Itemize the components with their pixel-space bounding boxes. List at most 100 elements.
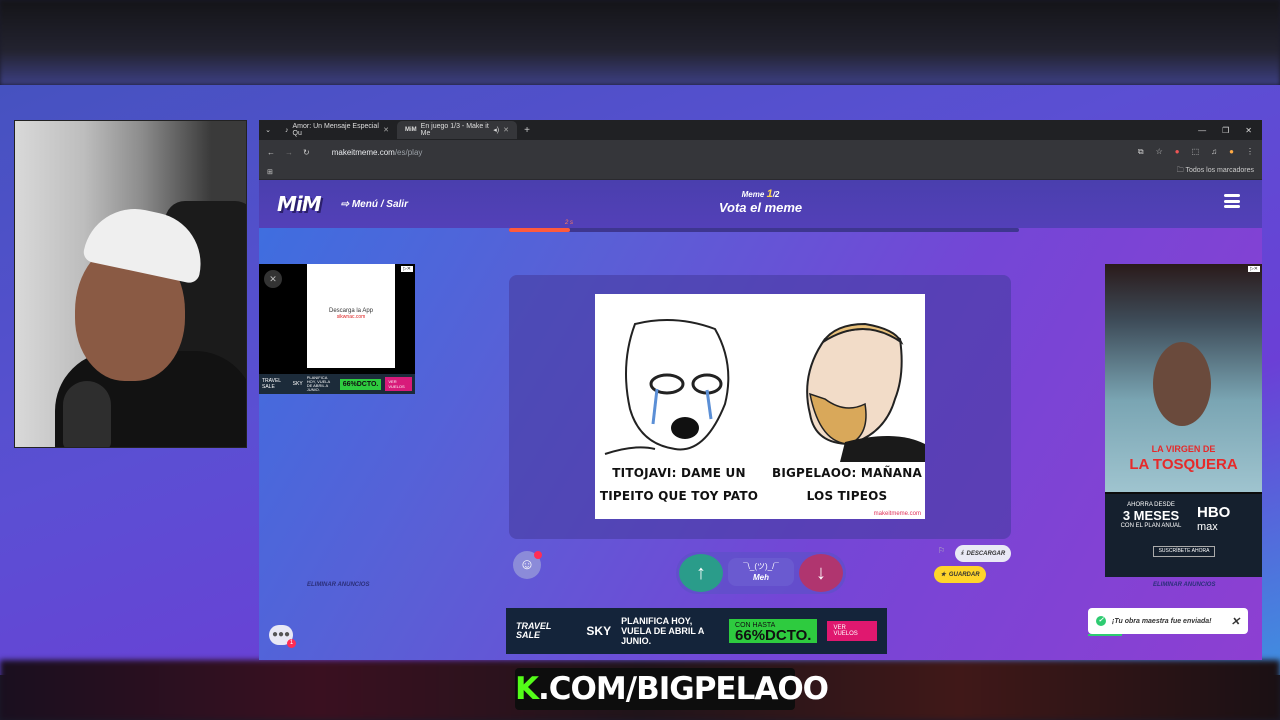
ad-title-line2: LA TOSQUERA xyxy=(1129,456,1238,473)
ad-cta[interactable]: VER VUELOS xyxy=(827,621,877,641)
downvote-button[interactable]: ↓ xyxy=(799,554,843,592)
window-controls: — ❐ ✕ xyxy=(1198,126,1262,135)
star-save-icon: ★ xyxy=(940,572,946,578)
report-flag-icon[interactable]: ⚐ xyxy=(938,546,945,555)
close-tab-icon[interactable]: ✕ xyxy=(383,126,389,134)
hbo-max-logo: HBO max xyxy=(1197,505,1230,534)
star-icon[interactable]: ☆ xyxy=(1156,147,1163,157)
notification-dot xyxy=(534,551,542,559)
ad-cta[interactable]: VER VUELOS xyxy=(385,377,413,391)
ad-travel-brand: TRAVEL SALE xyxy=(262,378,281,390)
ad-plan-text: PLANIFICA HOY, VUELA DE ABRIL A JUNIO. xyxy=(621,616,705,646)
webcam-feed xyxy=(14,120,247,448)
left-ad[interactable]: ✕ Descarga la App sikwnac.com TRAVEL SAL… xyxy=(259,264,415,394)
minimize-icon[interactable]: — xyxy=(1198,126,1206,135)
meh-label: Meh xyxy=(753,573,769,582)
timer-label: 2 s xyxy=(565,220,574,226)
new-tab-button[interactable]: + xyxy=(517,125,537,136)
ad-deal-big: 66%DCTO. xyxy=(735,627,812,644)
save-button[interactable]: ★ GUARDAR xyxy=(934,566,986,583)
download-button[interactable]: ⤓ DESCARGAR xyxy=(955,545,1011,562)
tiktok-icon: ♪ xyxy=(285,126,289,134)
ad-deal: CON HASTA 66%DCTO. xyxy=(729,619,818,644)
forward-icon[interactable]: → xyxy=(285,148,293,157)
check-icon: ✓ xyxy=(1096,616,1106,626)
mim-icon: MiM xyxy=(405,127,417,133)
microphone xyxy=(63,381,111,447)
ad-sky: SKY xyxy=(292,381,303,387)
extensions-icon[interactable]: ⬚ xyxy=(1192,147,1200,157)
toast-message: ¡Tu obra maestra fue enviada! xyxy=(1112,617,1212,625)
ad-promo-text: AHORRA DESDE 3 MESES CON EL PLAN ANUAL xyxy=(1115,502,1187,529)
menu-exit-label: Menú / Salir xyxy=(351,198,408,210)
tab-tiktok[interactable]: ♪ Amor: Un Mensaje Especial Qu ✕ xyxy=(277,121,397,139)
remove-ads-right[interactable]: ELIMINAR ANUNCIOS xyxy=(1153,582,1215,588)
site-logo[interactable]: MiM xyxy=(277,192,322,216)
restore-icon[interactable]: ❐ xyxy=(1222,126,1229,135)
profile-icon[interactable]: ● xyxy=(1229,147,1234,157)
ad-promo: AHORRA DESDE 3 MESES CON EL PLAN ANUAL H… xyxy=(1105,494,1262,577)
meme-left-caption: TITOJAVI: DAME UN TIPEITO QUE TOY PATO xyxy=(599,466,759,503)
download-label: DESCARGAR xyxy=(966,550,1006,557)
ad-travel-brand: TRAVEL SALE xyxy=(516,621,552,640)
upvote-button[interactable]: ↑ xyxy=(679,554,723,592)
remove-ads-left[interactable]: ELIMINAR ANUNCIOS xyxy=(307,582,369,588)
meh-button[interactable]: ¯\_(ツ)_/¯ Meh xyxy=(728,558,794,586)
toolbar-icons: ⧉ ☆ ● ⬚ ♫ ● ⋮ xyxy=(1138,147,1254,157)
url-path: /es/play xyxy=(394,147,423,157)
site-header: MiM ⇨ Menú / Salir Meme 1/2 Vota el meme xyxy=(259,180,1262,228)
close-window-icon[interactable]: ✕ xyxy=(1245,126,1252,135)
timer-bar xyxy=(509,228,1019,232)
tab-make-it-meme[interactable]: MiM En juego 1/3 - Make it Me ◂) ✕ xyxy=(397,121,517,139)
blurred-background-top xyxy=(0,0,1280,85)
vote-bar: ↑ ¯\_(ツ)_/¯ Meh ↓ xyxy=(676,552,846,594)
max-text: max xyxy=(1197,521,1218,533)
ad-promo-line3: CON EL PLAN ANUAL xyxy=(1120,523,1182,529)
mute-icon[interactable]: ✕ xyxy=(264,270,282,288)
tab-label: Amor: Un Mensaje Especial Qu xyxy=(292,123,379,137)
reload-icon[interactable]: ↻ xyxy=(303,148,310,157)
chat-badge: 1 xyxy=(287,639,296,648)
page-title: Vota el meme xyxy=(718,200,803,215)
menu-dots-icon[interactable]: ⋮ xyxy=(1246,147,1254,157)
toast-progress xyxy=(1088,634,1122,636)
extension-fox-icon[interactable]: ● xyxy=(1175,147,1180,157)
ad-choices-icon[interactable]: ▷✕ xyxy=(1247,266,1260,272)
bottom-ad[interactable]: TRAVEL SALE SKY PLANIFICA HOY, VUELA DE … xyxy=(506,608,887,654)
ad-right-title: LA VIRGEN DE LA TOSQUERA xyxy=(1105,440,1262,472)
apps-grid-icon[interactable]: ⊞ xyxy=(267,168,273,176)
download-icon: ⤓ xyxy=(960,550,964,556)
round-total: /2 xyxy=(772,190,780,199)
ad-subscribe-button[interactable]: SUSCRÍBETE AHORA xyxy=(1153,546,1215,557)
toast-notification: ✓ ¡Tu obra maestra fue enviada! ✕ xyxy=(1088,608,1248,634)
ad-app-site: sikwnac.com xyxy=(336,314,366,320)
ad-title-line1: LA VIRGEN DE xyxy=(1151,444,1216,454)
install-icon[interactable]: ⧉ xyxy=(1138,147,1144,157)
meh-kaomoji: ¯\_(ツ)_/¯ xyxy=(743,562,779,571)
all-bookmarks-label: Todos los marcadores xyxy=(1185,167,1254,174)
close-tab-icon[interactable]: ✕ xyxy=(503,126,509,134)
stream-overlay-handle: K.COM/BIGPELAOO xyxy=(515,668,829,710)
chat-icon[interactable]: ●●● 1 xyxy=(269,625,296,648)
ad-choices-icon[interactable]: ▷✕ xyxy=(400,266,413,272)
all-bookmarks[interactable]: 🗀 Todos los marcadores xyxy=(1177,166,1254,177)
url-field[interactable]: makeitmeme.com/es/play xyxy=(332,148,423,157)
menu-exit-link[interactable]: ⇨ Menú / Salir xyxy=(341,199,408,210)
meme-image: TITOJAVI: DAME UN TIPEITO QUE TOY PATO B… xyxy=(595,294,925,519)
speaker-icon[interactable]: ◂) xyxy=(493,126,499,134)
ad-face xyxy=(1153,342,1211,426)
address-bar: ← → ↻ makeitmeme.com/es/play ⧉ ☆ ● ⬚ ♫ ●… xyxy=(259,140,1262,164)
ad-strip: TRAVEL SALE SKY PLANIFICA HOY, VUELA DE … xyxy=(259,374,415,394)
media-icon[interactable]: ♫ xyxy=(1211,147,1217,157)
hamburger-menu-icon[interactable] xyxy=(1224,194,1240,208)
emoji-reaction-button[interactable]: ☺ xyxy=(513,551,542,579)
meme-right-caption: BIGPELAOO: MAÑANA LOS TIPEOS xyxy=(771,466,923,503)
close-toast-icon[interactable]: ✕ xyxy=(1231,615,1240,628)
ad-sky: SKY xyxy=(586,624,612,638)
round-prefix: Meme xyxy=(741,190,765,199)
meme-watermark: makeitmeme.com xyxy=(873,511,921,517)
ad-promo-line2: 3 MESES xyxy=(1122,508,1180,523)
tab-search-icon[interactable]: ⌄ xyxy=(259,126,277,134)
back-icon[interactable]: ← xyxy=(267,148,275,157)
right-ad[interactable]: LA VIRGEN DE LA TOSQUERA AHORRA DESDE 3 … xyxy=(1105,264,1262,577)
